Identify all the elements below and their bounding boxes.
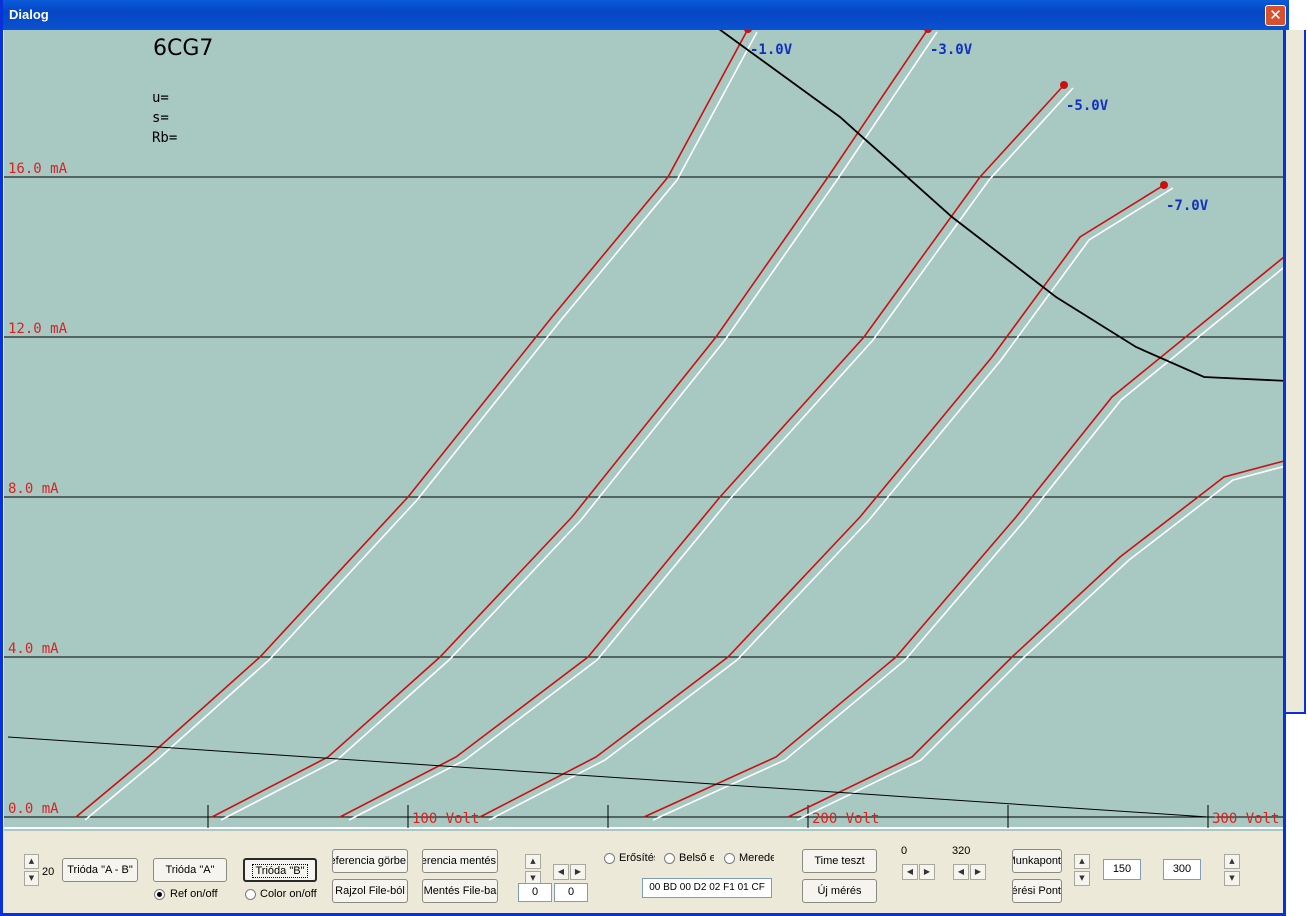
ref-curve-button[interactable]: Referencia görbe — [332, 849, 408, 873]
offset-box-2[interactable]: 0 — [554, 883, 588, 902]
save-file-button[interactable]: Mentés File-ba — [422, 879, 498, 903]
time-test-button[interactable]: Time teszt — [802, 849, 877, 873]
trioda-b-label: Trióda "B" — [251, 864, 309, 878]
value-spinner-2[interactable]: ▲ ▼ — [1224, 854, 1240, 886]
draw-file-button[interactable]: Rajzol File-ból — [332, 879, 408, 903]
resistance-radio[interactable] — [664, 853, 675, 864]
gain-radio[interactable] — [604, 853, 615, 864]
resistance-label: Belső ellenállás — [679, 852, 714, 864]
y-tick-label: 12.0 mA — [8, 321, 68, 337]
y-tick-label: 16.0 mA — [8, 161, 68, 177]
measured-curve-2 — [339, 84, 1065, 818]
work-point-button[interactable]: Munkapont — [1012, 849, 1062, 873]
value-spinner-1[interactable]: ▲ ▼ — [1074, 854, 1090, 886]
spin-up-icon[interactable]: ▲ — [24, 854, 39, 869]
y-tick-label: 8.0 mA — [8, 481, 59, 497]
plot-area: 0.0 mA 4.0 mA 8.0 mA 12.0 mA 16.0 mA 100 Volt… — [4, 30, 1283, 831]
close-button[interactable]: ✕ — [1265, 5, 1286, 26]
reference-curve-5 — [796, 465, 1283, 821]
control-panel: ▲ ▼ 20 Trióda "A - B" Trióda "A" Trióda "… — [4, 832, 1283, 912]
x-tick-label: 100 Volt — [412, 811, 479, 827]
window-title: Dialog — [9, 7, 49, 22]
spin-up-icon[interactable]: ▲ — [525, 854, 541, 869]
curve-end-marker — [1160, 181, 1168, 189]
hex-readout[interactable]: 00 BD 00 D2 02 F1 01 CF — [642, 878, 772, 898]
param-rb: Rb= — [152, 130, 178, 146]
spin-down-icon[interactable]: ▼ — [1074, 871, 1090, 886]
grid-voltage-label: -5.0V — [1066, 98, 1109, 114]
close-icon: ✕ — [1269, 6, 1282, 24]
x-tick-label: 300 Volt — [1212, 811, 1279, 827]
x-tick-label: 200 Volt — [812, 811, 879, 827]
grid-voltage-label: -3.0V — [930, 42, 973, 58]
measured-curve-4 — [643, 256, 1283, 818]
measured-curve-1 — [211, 30, 929, 818]
color-toggle-radio[interactable] — [245, 889, 256, 900]
param-u: u= — [152, 90, 169, 106]
y-tick-label: 0.0 mA — [8, 801, 59, 817]
left-arrow-icon[interactable]: ◀ — [953, 864, 969, 880]
left-arrow-icon[interactable]: ◀ — [553, 864, 569, 880]
reference-curve-1 — [220, 31, 938, 821]
characteristic-chart: 0.0 mA 4.0 mA 8.0 mA 12.0 mA 16.0 mA 100 Volt… — [4, 30, 1283, 829]
right-arrow-icon[interactable]: ▶ — [570, 864, 586, 880]
range-min-label: 0 — [901, 845, 908, 857]
grid-voltage-label: -1.0V — [750, 42, 793, 58]
new-measurement-button[interactable]: Új mérés — [802, 879, 877, 903]
slope-label: Meredekség — [739, 852, 774, 864]
value-field-1[interactable]: 150 — [1103, 859, 1141, 880]
param-s: s= — [152, 110, 169, 126]
trioda-ab-button[interactable]: Trióda "A - B" — [62, 858, 138, 882]
ref-toggle-label: Ref on/off — [170, 888, 218, 900]
offset-box-1[interactable]: 0 — [518, 883, 552, 902]
offset-spinner[interactable]: ▲ ▼ — [525, 854, 541, 886]
grid-voltage-label: -7.0V — [1166, 198, 1209, 214]
spin-down-icon[interactable]: ▼ — [24, 871, 39, 886]
step-spinner[interactable]: ▲ ▼ — [24, 854, 39, 886]
color-toggle-label: Color on/off — [260, 888, 317, 900]
y-tick-label: 4.0 mA — [8, 641, 59, 657]
step-value: 20 — [42, 866, 55, 878]
left-arrow-icon[interactable]: ◀ — [902, 864, 918, 880]
trioda-a-button[interactable]: Trióda "A" — [153, 858, 227, 882]
trioda-b-button[interactable]: Trióda "B" — [243, 858, 317, 882]
ref-save-button[interactable]: Referencia mentés — [422, 849, 498, 873]
curve-end-marker — [1060, 81, 1068, 89]
title-bar[interactable]: Dialog ✕ — [3, 0, 1289, 30]
gain-label: Erősítés — [619, 852, 655, 864]
slope-radio[interactable] — [724, 853, 735, 864]
reference-curve-4 — [652, 267, 1283, 821]
measure-point-button[interactable]: Mérési Pont — [1012, 879, 1062, 903]
range-max-label: 320 — [952, 845, 971, 857]
spin-up-icon[interactable]: ▲ — [1224, 854, 1240, 869]
spin-down-icon[interactable]: ▼ — [1224, 871, 1240, 886]
spin-up-icon[interactable]: ▲ — [1074, 854, 1090, 869]
right-arrow-icon[interactable]: ▶ — [970, 864, 986, 880]
value-field-2[interactable]: 300 — [1163, 859, 1201, 880]
tube-name: 6CG7 — [153, 36, 214, 61]
right-arrow-icon[interactable]: ▶ — [919, 864, 935, 880]
ref-toggle-radio[interactable] — [154, 889, 165, 900]
background-window-edge — [1286, 30, 1306, 714]
